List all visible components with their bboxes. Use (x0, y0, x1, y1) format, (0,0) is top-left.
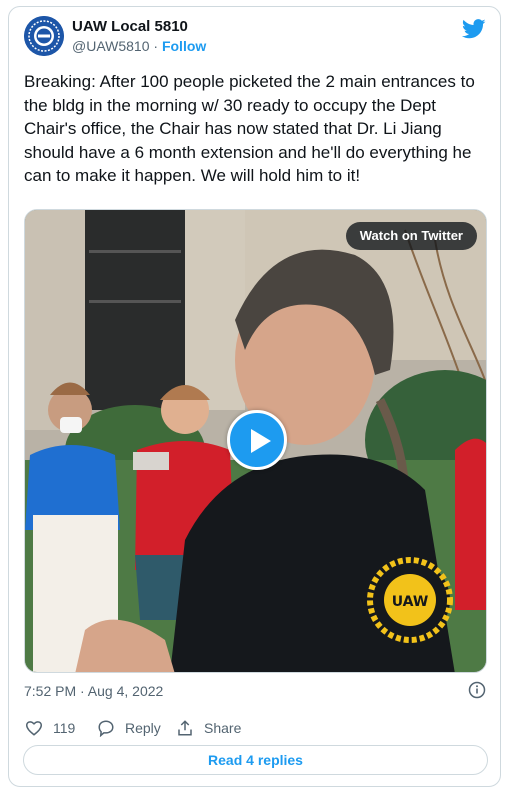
account-name[interactable]: UAW Local 5810 (72, 18, 188, 35)
avatar[interactable] (24, 16, 64, 56)
tweet-header: UAW Local 5810 @UAW5810 · Follow (24, 16, 488, 58)
uaw-logo-icon (24, 16, 64, 56)
share-button[interactable]: Share (176, 718, 241, 738)
play-button[interactable] (227, 410, 287, 470)
play-icon (251, 429, 271, 453)
handle-row: @UAW5810 · Follow (72, 38, 206, 54)
tweet-card: UAW Local 5810 @UAW5810 · Follow Breakin… (8, 6, 501, 787)
reply-icon (98, 720, 114, 737)
share-icon (178, 720, 192, 736)
separator: · (153, 38, 159, 54)
video-media[interactable]: UAW Watch on Twitter (24, 209, 487, 673)
like-count: 119 (53, 720, 76, 736)
watch-on-twitter-button[interactable]: Watch on Twitter (345, 222, 477, 250)
like-button[interactable]: 119 (25, 718, 75, 738)
share-label: Share (204, 720, 242, 736)
follow-button[interactable]: Follow (162, 38, 206, 54)
shirt-logo-text: UAW (392, 594, 429, 610)
tweet-text: Breaking: After 100 people picketed the … (24, 72, 475, 185)
twitter-bird-icon[interactable] (462, 18, 486, 40)
heart-icon (25, 721, 43, 736)
read-replies-button[interactable]: Read 4 replies (23, 745, 488, 775)
timestamp[interactable]: 7:52 PM · Aug 4, 2022 (24, 683, 163, 699)
account-handle[interactable]: @UAW5810 (72, 38, 150, 54)
info-icon[interactable] (468, 681, 486, 699)
reply-label: Reply (125, 720, 161, 736)
reply-button[interactable]: Reply (97, 718, 161, 738)
